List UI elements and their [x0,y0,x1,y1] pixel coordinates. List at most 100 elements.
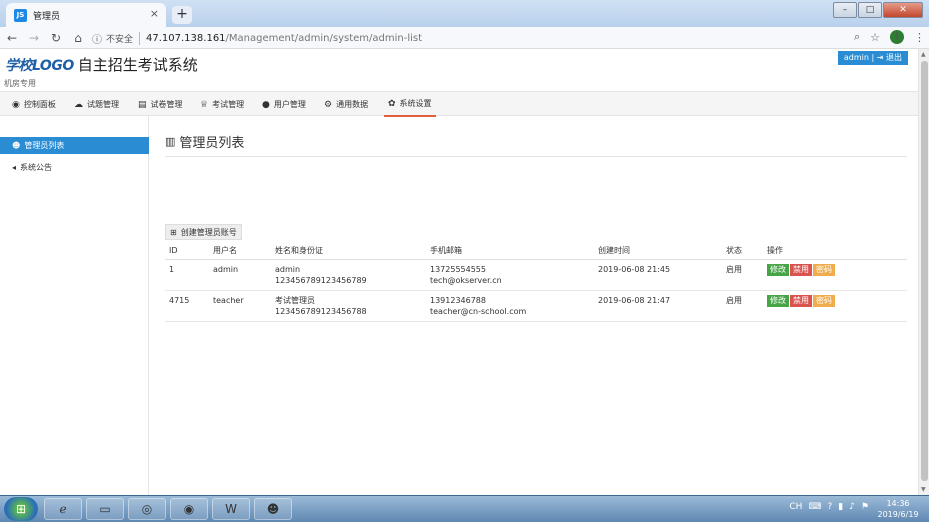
cell-created: 2019-06-08 21:45 [594,259,722,291]
site-logo[interactable]: 学校LOGO 自主招生考试系统 [5,54,198,75]
col-created: 创建时间 [594,242,722,260]
disable-button[interactable]: 禁用 [790,294,812,307]
home-icon[interactable]: ⌂ [68,31,88,45]
tab-favicon: JS [14,8,27,22]
sidebar-item-admin-list[interactable]: ☻ 管理员列表 [0,137,149,154]
cell-idcard: 123456789123456789 [275,275,367,285]
keyboard-icon[interactable]: ⌨ [808,502,821,512]
main-nav: ◉ 控制面板 ☁ 试题管理 ▤ 试卷管理 ♕ 考试管理 ● 用户管理 ⚙ 通用数… [0,91,918,117]
edit-button[interactable]: 修改 [767,294,789,307]
minimize-button[interactable]: – [833,2,857,18]
megaphone-icon: ◂ [12,163,17,172]
window-controls: – □ ✕ [832,2,923,18]
taskbar-firefox-icon[interactable]: ◉ [170,498,208,520]
cell-created: 2019-06-08 21:47 [594,290,722,322]
nav-label: 考试管理 [212,100,245,109]
password-button[interactable]: 密码 [813,263,835,276]
sidebar: ☻ 管理员列表 ◂ 系统公告 [0,116,149,495]
browser-actions: ⌕ ☆ I ⋮ [844,30,925,44]
site-subtitle: 机房专用 [4,79,36,88]
nav-item-dashboard[interactable]: ◉ 控制面板 [12,92,56,117]
cell-name-idcard: admin 123456789123456789 [271,259,426,291]
scroll-down-icon[interactable]: ▼ [921,486,926,493]
input-method-icon[interactable]: CH [789,502,802,512]
cell-username: admin [209,259,271,291]
password-button[interactable]: 密码 [813,294,835,307]
info-icon[interactable]: ⓘ [92,31,102,46]
taskbar-chrome-icon[interactable]: ◎ [128,498,166,520]
page-scrollbar[interactable]: ▲ ▼ [918,49,929,495]
back-icon[interactable]: ← [2,31,22,45]
nav-label: 控制面板 [23,100,56,109]
new-tab-button[interactable]: + [172,6,192,24]
user-icon: ● [262,99,270,110]
data-icon: ⚙ [324,99,333,110]
create-admin-button[interactable]: ⊞ 创建管理员账号 [165,224,242,240]
browser-tab[interactable]: JS 管理员 × [6,3,166,27]
divider [165,156,907,157]
windows-taskbar: ⊞ ℯ ▭ ◎ ◉ W ☻ CH ⌨ ? ▮ ♪ ⚑ 14:36 2019/6/… [0,495,929,522]
nav-item-system-settings[interactable]: ✿ 系统设置 [384,92,436,117]
tab-close-icon[interactable]: × [150,7,159,20]
taskbar-word-icon[interactable]: W [212,498,250,520]
sidebar-item-announcements[interactable]: ◂ 系统公告 [0,159,149,176]
system-tray: CH ⌨ ? ▮ ♪ ⚑ [783,502,869,512]
clock-time: 14:36 [886,499,910,508]
nav-label: 通用数据 [336,100,369,109]
table-header-row: ID 用户名 姓名和身份证 手机邮箱 创建时间 状态 操作 [165,242,907,260]
table-row: 4715 teacher 考试管理员 123456789123456788 13… [165,290,907,322]
web-page: 学校LOGO 自主招生考试系统 机房专用 admin | ⇥ 退出 ◉ 控制面板… [0,49,918,495]
sidebar-item-label: 系统公告 [20,163,53,172]
taskbar-ie-icon[interactable]: ℯ [44,498,82,520]
nav-item-users[interactable]: ● 用户管理 [262,92,306,117]
sidebar-item-label: 管理员列表 [24,141,65,150]
scroll-up-icon[interactable]: ▲ [921,51,926,58]
zoom-icon[interactable]: ⌕ [854,30,860,44]
edit-button[interactable]: 修改 [767,263,789,276]
col-username: 用户名 [209,242,271,260]
dashboard-icon: ◉ [12,99,20,110]
help-icon[interactable]: ? [827,502,832,512]
cell-name-idcard: 考试管理员 123456789123456788 [271,290,426,322]
close-window-button[interactable]: ✕ [883,2,923,18]
reload-icon[interactable]: ↻ [46,31,66,45]
logo-mark: 学校LOGO [5,57,74,74]
plus-icon: ⊞ [170,227,177,237]
bookmark-star-icon[interactable]: ☆ [870,31,880,44]
url-path: /Management/admin/system/admin-list [225,32,423,44]
nav-item-papers[interactable]: ▤ 试卷管理 [138,92,183,117]
flag-icon[interactable]: ⚑ [861,502,869,512]
page-title: ▥ 管理员列表 [165,132,244,151]
scrollbar-thumb[interactable] [921,61,928,481]
start-button[interactable]: ⊞ [4,497,38,521]
taskbar-app-icon[interactable]: ☻ [254,498,292,520]
menu-icon[interactable]: ⋮ [914,31,925,44]
tab-title: 管理员 [33,11,61,22]
user-logout-button[interactable]: admin | ⇥ 退出 [837,51,908,65]
cloud-icon: ☁ [74,99,83,110]
taskbar-explorer-icon[interactable]: ▭ [86,498,124,520]
admin-table: ID 用户名 姓名和身份证 手机邮箱 创建时间 状态 操作 1 admin ad… [165,242,907,322]
cell-name: admin [275,264,301,274]
cell-phone: 13725554555 [430,264,486,274]
nav-item-common-data[interactable]: ⚙ 通用数据 [324,92,368,117]
url-host: 47.107.138.161 [146,32,226,44]
profile-avatar[interactable]: I [890,30,904,44]
cell-actions: 修改 禁用 密码 [763,259,907,291]
disable-button[interactable]: 禁用 [790,263,812,276]
taskbar-clock[interactable]: 14:36 2019/6/19 [873,498,923,520]
url-input[interactable]: ⓘ 不安全 47.107.138.161 /Management/admin/s… [92,29,862,47]
volume-icon[interactable]: ♪ [849,502,855,512]
nav-item-exams[interactable]: ♕ 考试管理 [200,92,244,117]
col-id: ID [165,242,209,260]
cell-actions: 修改 禁用 密码 [763,290,907,322]
forward-icon[interactable]: → [24,31,44,45]
cell-contact: 13725554555 tech@okserver.cn [426,259,594,291]
nav-label: 试题管理 [87,100,119,109]
cell-id: 1 [165,259,209,291]
address-bar: ← → ↻ ⌂ ⓘ 不安全 47.107.138.161 /Management… [0,27,929,49]
network-icon[interactable]: ▮ [838,502,843,512]
maximize-button[interactable]: □ [858,2,882,18]
nav-item-questions[interactable]: ☁ 试题管理 [74,92,119,117]
site-header: 学校LOGO 自主招生考试系统 机房专用 admin | ⇥ 退出 [0,49,918,91]
